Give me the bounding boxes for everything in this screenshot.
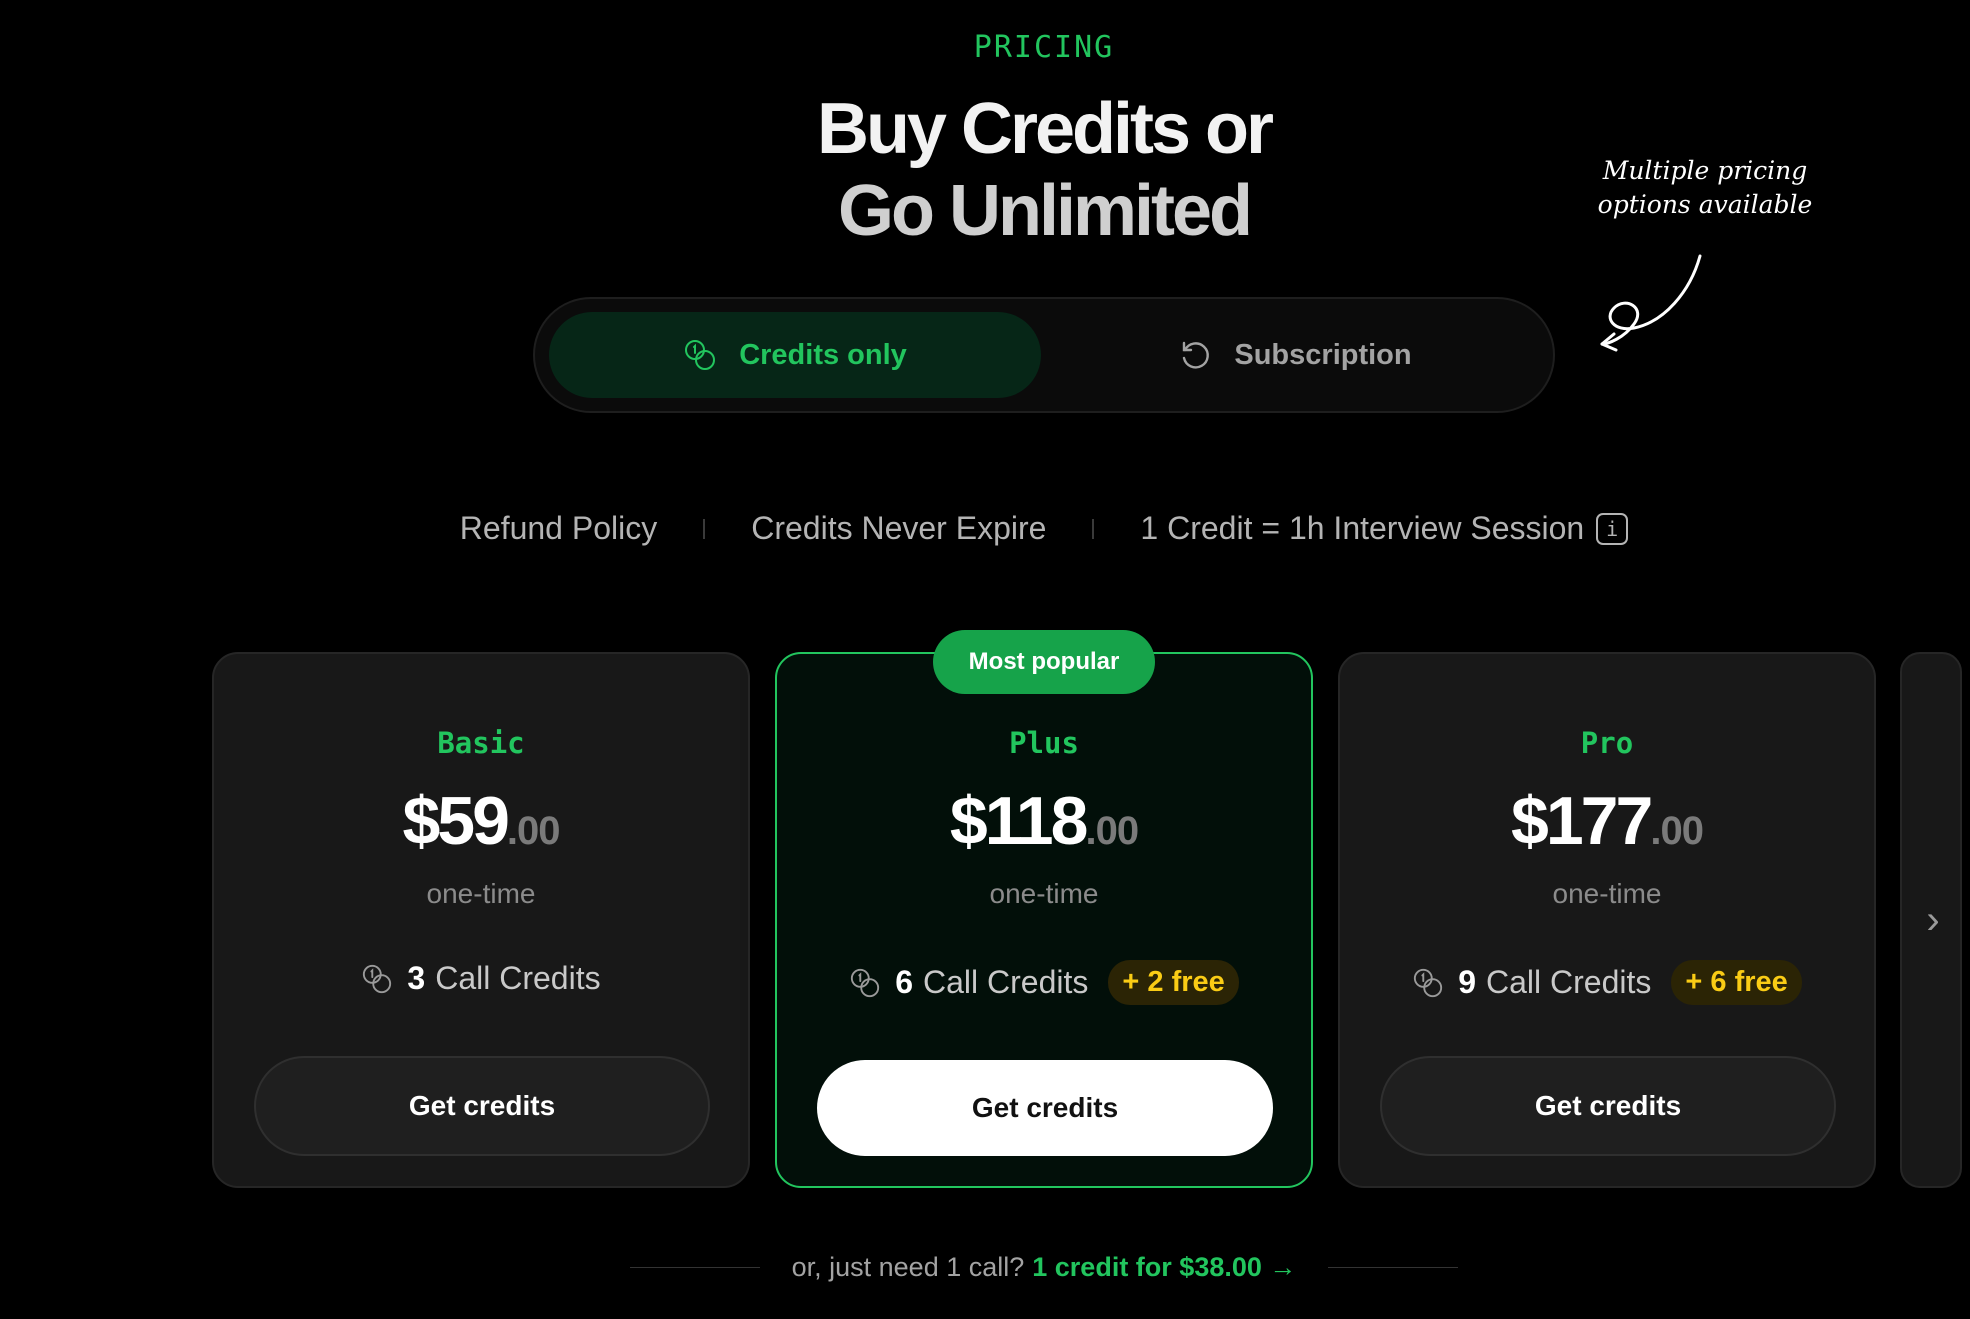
single-call-prefix: or, just need 1 call? xyxy=(791,1252,1025,1282)
plan-credits: 6 Call Credits + 2 free xyxy=(777,960,1311,1005)
toggle-subscription[interactable]: Subscription xyxy=(1049,312,1541,398)
credit-label: Call Credits xyxy=(923,964,1089,1000)
pricing-mode-toggle: Credits only Subscription xyxy=(533,297,1555,413)
plan-tier: Pro xyxy=(1580,726,1634,760)
refresh-icon xyxy=(1183,341,1210,369)
plan-credits: 3 Call Credits xyxy=(214,960,748,997)
price-whole: $118 xyxy=(949,783,1089,859)
plan-period: one-time xyxy=(1552,878,1662,909)
coins-icon xyxy=(851,968,880,997)
feature-strip: Refund Policy Credits Never Expire 1 Cre… xyxy=(0,510,1970,547)
coins-icon xyxy=(363,964,392,993)
plan-card-pro: Pro $177.00 one-time 9 Call Credits + 6 … xyxy=(1338,652,1876,1188)
get-credits-button[interactable]: Get credits xyxy=(1380,1056,1836,1156)
single-credit-link[interactable]: 1 credit for $38.00 → xyxy=(1032,1252,1296,1283)
refund-policy-link[interactable]: Refund Policy xyxy=(460,510,657,547)
plan-price: $59.00 xyxy=(214,782,748,860)
credit-count: 6 xyxy=(895,964,914,1000)
toggle-credits-only[interactable]: Credits only xyxy=(549,312,1041,398)
coins-icon xyxy=(1414,968,1443,997)
handwritten-note: Multiple pricing options available xyxy=(1597,156,1813,219)
credit-count: 9 xyxy=(1458,964,1477,1000)
info-icon[interactable]: i xyxy=(1596,512,1629,545)
never-expire-text: Credits Never Expire xyxy=(751,510,1047,546)
plan-tier: Basic xyxy=(437,726,525,760)
get-credits-button[interactable]: Get credits xyxy=(254,1056,710,1156)
plan-credits: 9 Call Credits + 6 free xyxy=(1340,960,1874,1005)
plan-card-basic: Basic $59.00 one-time 3 Call Credits Get… xyxy=(212,652,750,1188)
price-cents: .00 xyxy=(1650,809,1704,853)
divider-line xyxy=(629,1267,760,1268)
divider xyxy=(1092,518,1095,539)
chevron-right-icon[interactable]: › xyxy=(1918,900,1948,940)
bonus-badge: + 6 free xyxy=(1671,960,1802,1005)
plan-period: one-time xyxy=(989,878,1099,909)
toggle-subscription-label: Subscription xyxy=(1234,338,1412,371)
bonus-badge: + 2 free xyxy=(1108,960,1239,1005)
plan-period: one-time xyxy=(426,878,536,909)
plan-tier: Plus xyxy=(1009,726,1079,760)
price-whole: $59 xyxy=(402,783,509,859)
coins-icon xyxy=(685,340,716,370)
curly-arrow-icon xyxy=(1600,254,1702,352)
pricing-page: PRICING Buy Credits or Go Unlimited Mult… xyxy=(0,0,1970,1319)
price-whole: $177 xyxy=(1511,783,1653,859)
plan-price: $177.00 xyxy=(1340,782,1874,860)
plan-price: $118.00 xyxy=(777,782,1311,860)
credit-count: 3 xyxy=(407,960,426,996)
section-eyebrow: PRICING xyxy=(973,30,1115,65)
single-call-offer: or, just need 1 call? 1 credit for $38.0… xyxy=(0,1252,1970,1283)
price-cents: .00 xyxy=(506,809,561,853)
credit-definition-text: 1 Credit = 1h Interview Session xyxy=(1140,510,1585,546)
price-cents: .00 xyxy=(1085,809,1139,853)
get-credits-button[interactable]: Get credits xyxy=(817,1060,1273,1156)
divider xyxy=(703,518,706,539)
most-popular-badge: Most popular xyxy=(933,630,1155,694)
divider-line xyxy=(1328,1267,1459,1268)
credit-label: Call Credits xyxy=(1486,964,1652,1000)
toggle-credits-label: Credits only xyxy=(739,338,907,371)
plan-card-plus: Plus $118.00 one-time 6 Call Credits + 2… xyxy=(775,652,1313,1188)
credit-label: Call Credits xyxy=(435,960,601,996)
